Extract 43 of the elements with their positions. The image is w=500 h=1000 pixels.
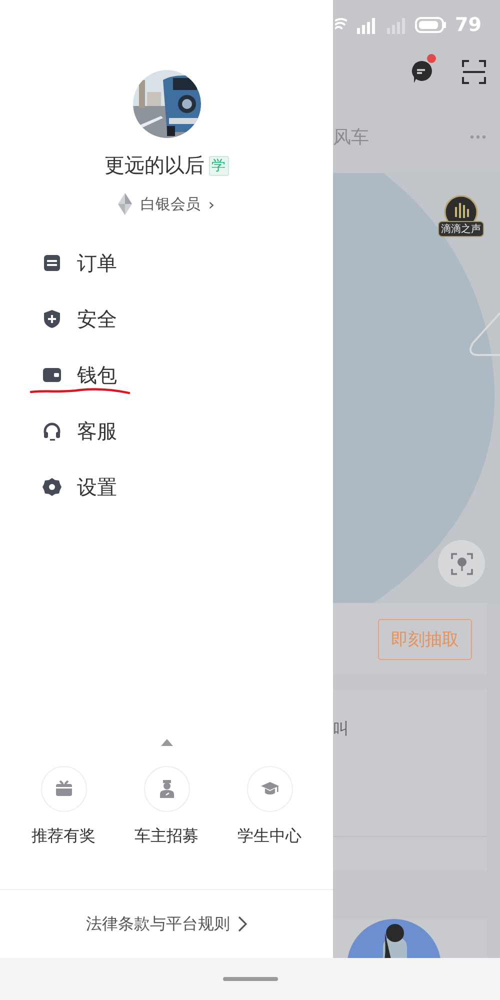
- dimmed-overlay[interactable]: 79 风车 滴滴之声 即刻抽取 叫: [333, 0, 500, 958]
- menu-item[interactable]: 钱包: [0, 347, 333, 403]
- notification-dot: [427, 54, 436, 63]
- diamond-icon: [118, 193, 132, 215]
- more-icon: [470, 134, 486, 138]
- shortcut-button[interactable]: [246, 766, 292, 812]
- shortcut-button[interactable]: [40, 766, 86, 812]
- shield-icon: [42, 309, 62, 329]
- menu-label: 订单: [77, 250, 117, 276]
- member-level-link[interactable]: 白银会员: [140, 194, 200, 214]
- expand-arrow-icon[interactable]: [160, 739, 172, 746]
- chevron: ›: [208, 194, 215, 214]
- battery-level: 79: [455, 14, 482, 36]
- location-icon: [450, 552, 472, 574]
- shortcut-label: 推荐有奖: [32, 826, 96, 847]
- settings-icon: [42, 477, 62, 497]
- menu-item[interactable]: 订单: [0, 235, 333, 291]
- legal-link[interactable]: 法律条款与平台规则: [86, 914, 230, 934]
- message-icon[interactable]: [410, 60, 432, 84]
- wallet-icon: [42, 365, 62, 385]
- menu-item[interactable]: 安全: [0, 291, 333, 347]
- shortcut-label: 学生中心: [238, 826, 302, 847]
- locate-button[interactable]: [438, 540, 485, 587]
- menu-label: 设置: [77, 474, 117, 500]
- shortcut-button[interactable]: [144, 766, 190, 812]
- menu-label: 客服: [77, 418, 117, 444]
- chevron-icon: [238, 916, 247, 932]
- battery-icon: [415, 17, 447, 33]
- voice-badge[interactable]: 滴滴之声: [437, 195, 485, 247]
- student-badge: 学: [208, 156, 228, 176]
- signal-icon: [385, 16, 407, 34]
- headset-icon: [42, 421, 62, 441]
- menu-label: 安全: [77, 306, 117, 332]
- signal-icon: [355, 16, 377, 34]
- menu-item[interactable]: 客服: [0, 403, 333, 459]
- shortcut-label: 车主招募: [134, 826, 198, 847]
- scan-icon[interactable]: [462, 60, 486, 84]
- menu-label: 钱包: [77, 362, 117, 388]
- card-text: 叫: [333, 718, 350, 740]
- order-icon: [42, 253, 62, 273]
- menu-item[interactable]: 设置: [0, 459, 333, 515]
- user-name: 更远的以后: [104, 152, 204, 179]
- gift-icon: [54, 779, 74, 799]
